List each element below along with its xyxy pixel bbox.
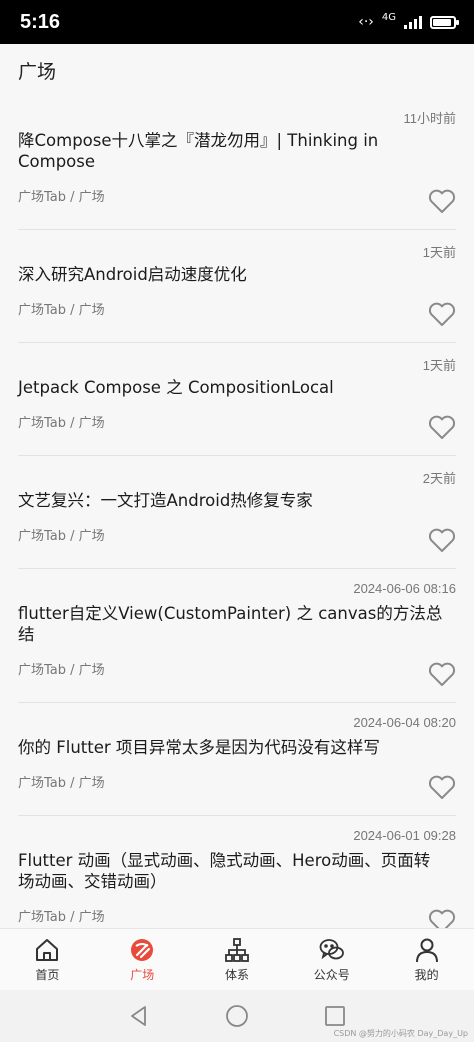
network-label: 4G xyxy=(381,11,396,23)
square-icon xyxy=(131,938,154,961)
article-item[interactable]: 2024-06-04 08:20 你的 Flutter 项目异常太多是因为代码没有… xyxy=(18,703,456,816)
app-bar: 广场 xyxy=(0,44,474,96)
home-icon xyxy=(36,938,59,961)
heart-icon xyxy=(428,415,456,439)
heart-icon xyxy=(428,302,456,326)
heart-icon xyxy=(428,528,456,552)
nav-label-home: 首页 xyxy=(35,967,60,982)
person-icon xyxy=(415,938,438,962)
back-button[interactable] xyxy=(127,1004,151,1028)
status-bar: 5:16 ‹·› 4G xyxy=(0,0,474,44)
signal-icon xyxy=(404,15,422,29)
nav-item-system[interactable]: 体系 xyxy=(190,929,285,990)
like-button[interactable] xyxy=(428,661,456,687)
like-button[interactable] xyxy=(428,774,456,800)
like-button[interactable] xyxy=(428,527,456,553)
system-nav-bar: CSDN @努力的小码农 Day_Day_Up xyxy=(0,990,474,1042)
page-title: 广场 xyxy=(18,60,57,83)
article-time: 2天前 xyxy=(422,471,456,486)
article-item[interactable]: 2天前文艺复兴：一文打造Android热修复专家广场Tab / 广场 xyxy=(18,456,456,569)
article-time: 11小时前 xyxy=(403,111,457,126)
home-button[interactable] xyxy=(225,1004,249,1028)
article-title: Jetpack Compose 之 CompositionLocal xyxy=(18,378,334,397)
article-title: 深入研究Android启动速度优化 xyxy=(18,265,247,284)
article-chapter: 广场Tab / 广场 xyxy=(18,303,105,318)
heart-icon xyxy=(428,662,456,686)
heart-icon xyxy=(428,189,456,213)
article-item[interactable]: 1天前深入研究Android启动速度优化广场Tab / 广场 xyxy=(18,230,456,343)
nav-label-system: 体系 xyxy=(224,967,249,982)
article-chapter: 广场Tab / 广场 xyxy=(18,776,105,791)
article-chapter: 广场Tab / 广场 xyxy=(18,529,105,544)
battery-icon xyxy=(430,15,459,29)
article-time: 2024-06-01 09:28 xyxy=(353,828,456,843)
data-transfer-icon: ‹·› xyxy=(358,14,374,30)
article-time: 1天前 xyxy=(422,358,456,373)
article-item[interactable]: 1天前 Jetpack Compose 之 CompositionLocal 广场T… xyxy=(18,343,456,456)
nav-item-mine[interactable]: 我的 xyxy=(379,929,474,990)
nav-item-home[interactable]: 首页 xyxy=(0,929,95,990)
bottom-nav: 首页 广场 体系 公众号 我的 xyxy=(0,928,474,990)
like-button[interactable] xyxy=(428,414,456,440)
article-time: 1天前 xyxy=(422,245,456,260)
article-title: 文艺复兴：一文打造Android热修复专家 xyxy=(18,491,313,510)
article-item[interactable]: 2024-06-06 08:16 flutter自定义View(CustomPai… xyxy=(18,569,456,703)
article-chapter: 广场Tab / 广场 xyxy=(18,910,105,925)
like-button[interactable] xyxy=(428,908,456,928)
article-time: 2024-06-06 08:16 xyxy=(353,581,456,596)
nav-label-square: 广场 xyxy=(130,967,155,982)
article-item[interactable]: 2024-06-01 09:28 Flutter 动画（显式动画、隐式动画、Her… xyxy=(18,816,456,928)
status-icons: ‹·› 4G xyxy=(358,11,459,30)
heart-icon xyxy=(428,775,456,799)
battery-level xyxy=(433,18,451,26)
article-chapter: 广场Tab / 广场 xyxy=(18,416,105,431)
article-chapter: 广场Tab / 广场 xyxy=(18,190,105,205)
article-title: 你的 Flutter 项目异常太多是因为代码没有这样写 xyxy=(18,738,380,757)
wechat-icon xyxy=(319,938,344,959)
status-time: 5:16 xyxy=(20,10,61,33)
article-time: 2024-06-04 08:20 xyxy=(353,715,456,730)
back-triangle-icon xyxy=(131,1006,146,1026)
hierarchy-icon xyxy=(225,937,249,962)
nav-label-wechat: 公众号 xyxy=(313,967,350,982)
recents-square-icon xyxy=(325,1006,345,1026)
nav-label-mine: 我的 xyxy=(414,967,439,982)
like-button[interactable] xyxy=(428,301,456,327)
article-chapter: 广场Tab / 广场 xyxy=(18,663,105,678)
watermark: CSDN @努力的小码农 Day_Day_Up xyxy=(333,1029,468,1038)
nav-item-wechat[interactable]: 公众号 xyxy=(284,929,379,990)
article-item[interactable]: 11小时前降Compose十八掌之『潜龙勿用』| Thinking in Com… xyxy=(18,96,456,230)
home-circle-icon xyxy=(226,1005,248,1027)
article-title: 降Compose十八掌之『潜龙勿用』| Thinking in Compose xyxy=(18,131,379,171)
heart-icon xyxy=(428,909,456,928)
article-list[interactable]: 11小时前降Compose十八掌之『潜龙勿用』| Thinking in Com… xyxy=(0,96,474,928)
like-button[interactable] xyxy=(428,188,456,214)
nav-item-square[interactable]: 广场 xyxy=(95,929,190,990)
recents-button[interactable] xyxy=(323,1004,347,1028)
